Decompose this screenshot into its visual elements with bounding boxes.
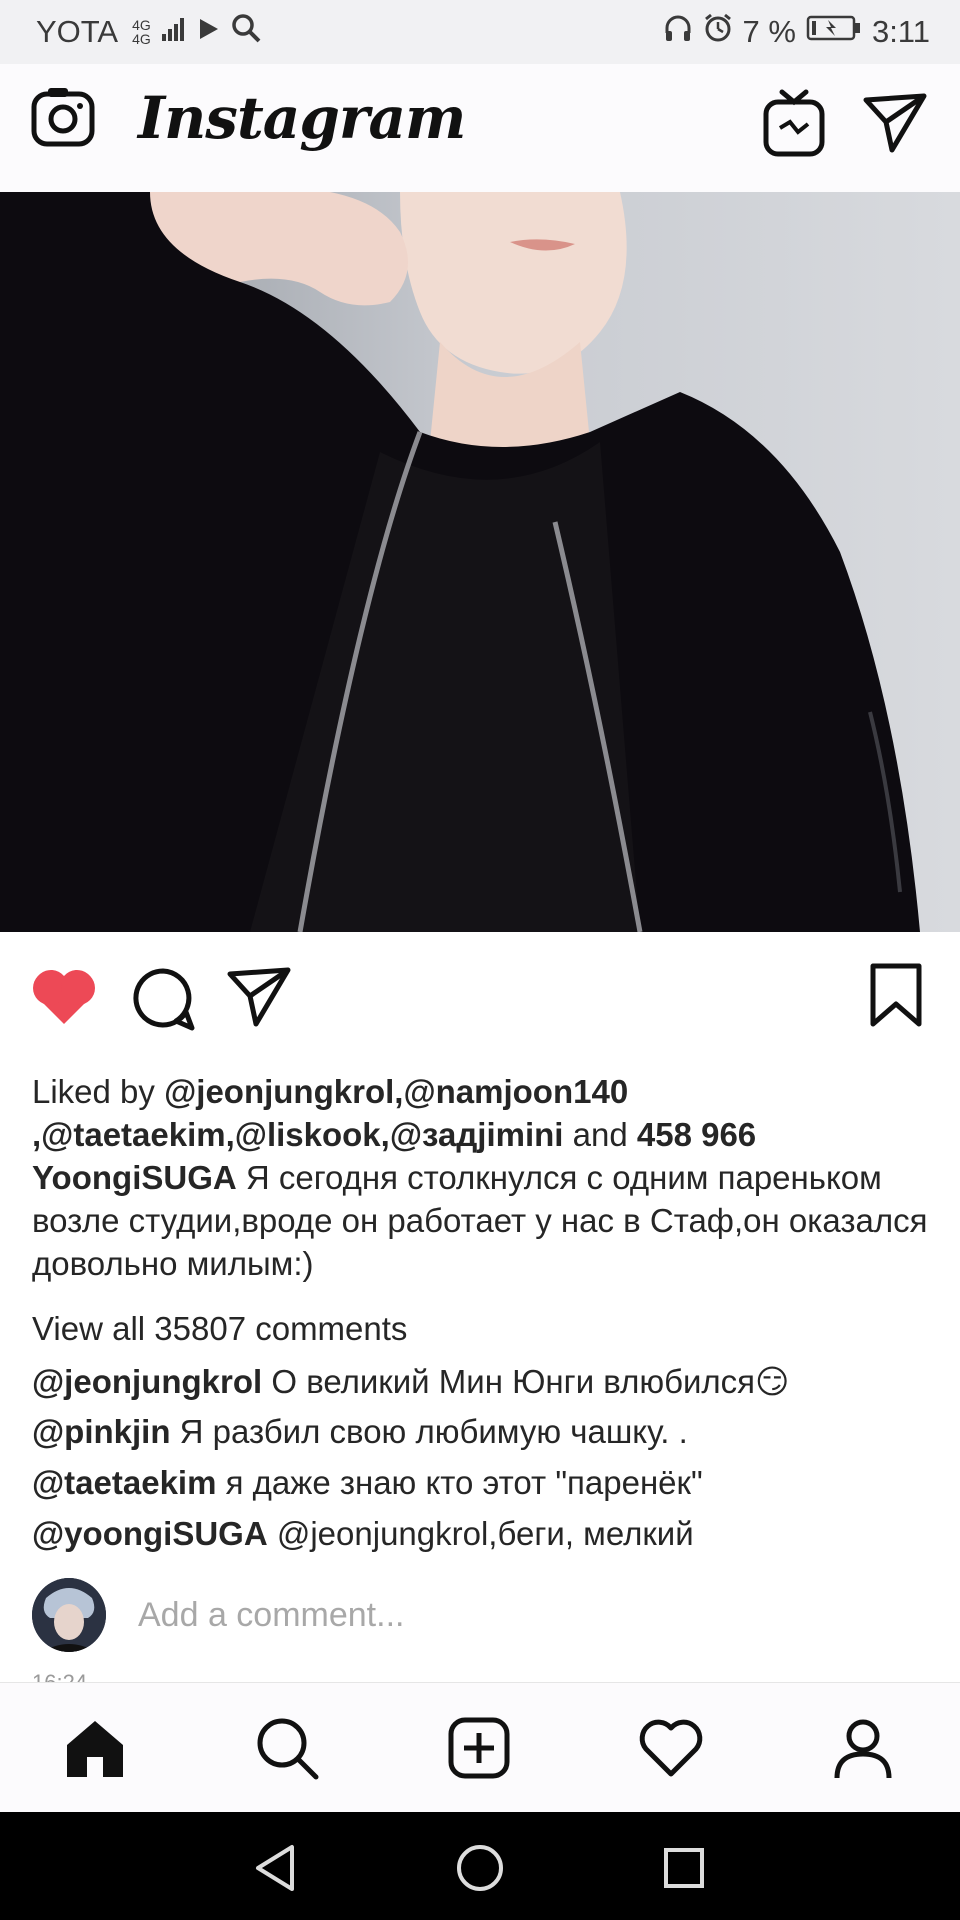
status-left: YOTA 4G 4G: [36, 13, 261, 51]
post-image[interactable]: [0, 192, 960, 932]
comment-text: Я разбил свою любимую чашку. .: [170, 1413, 688, 1450]
likes-line: Liked by @jeonjungkrol,@namjoon140 ,@tae…: [32, 1070, 932, 1156]
battery-icon: [806, 14, 862, 50]
bookmark-icon[interactable]: [868, 962, 924, 1035]
home-icon: [67, 1721, 123, 1777]
share-icon[interactable]: [226, 966, 292, 1033]
back-button[interactable]: [246, 1838, 306, 1898]
battery-percent: 7 %: [742, 14, 796, 49]
carrier-label: YOTA: [36, 14, 119, 49]
top-bar: Instagram: [0, 64, 960, 193]
liked-by-prefix: Liked by: [32, 1073, 165, 1110]
search-status-icon: [231, 13, 261, 51]
profile-icon: [834, 1719, 892, 1779]
tab-home[interactable]: [60, 1713, 130, 1783]
comment-icon[interactable]: [130, 966, 196, 1037]
comment-item: @taetaekim я даже знаю кто этот "паренёк…: [32, 1464, 932, 1502]
tab-search[interactable]: [252, 1713, 322, 1783]
add-comment-row[interactable]: Add a comment...: [32, 1578, 932, 1658]
comment-text: О великий Мин Юнги влюбился: [262, 1363, 756, 1400]
recents-button[interactable]: [654, 1838, 714, 1898]
post-image-drawing: [0, 192, 960, 932]
caption: YoongiSUGA Я сегодня столкнулся с одним …: [32, 1156, 932, 1285]
igtv-icon[interactable]: [762, 88, 828, 163]
add-post-icon: [448, 1717, 510, 1779]
tab-profile[interactable]: [828, 1713, 898, 1783]
signal-icon: [161, 14, 187, 50]
comment-username[interactable]: @jeonjungkrol: [32, 1363, 262, 1400]
heart-filled-icon[interactable]: [30, 966, 98, 1033]
clock-time: 3:11: [871, 14, 930, 49]
add-comment-input[interactable]: Add a comment...: [138, 1596, 404, 1635]
comment-item: @jeonjungkrol О великий Мин Юнги влюбилс…: [32, 1362, 932, 1401]
comment-item: @pinkjin Я разбил свою любимую чашку. .: [32, 1413, 932, 1451]
likes-count[interactable]: 458 966: [637, 1116, 756, 1153]
caption-username[interactable]: YoongiSUGA: [32, 1159, 237, 1196]
view-all-comments-link[interactable]: View all 35807 comments: [32, 1310, 932, 1348]
post-text: Liked by @jeonjungkrol,@namjoon140 ,@tae…: [32, 1070, 932, 1285]
post-actions: [0, 932, 960, 1062]
comment-text: я даже знаю кто этот "паренёк": [216, 1464, 703, 1501]
status-right: 7 % 3:11: [663, 13, 930, 51]
circle-home-icon: [457, 1845, 503, 1891]
search-icon: [257, 1718, 319, 1780]
home-nav-button[interactable]: [450, 1838, 510, 1898]
comment-item: @yoongiSUGA @jeonjungkrol,беги, мелкий: [32, 1515, 932, 1553]
status-bar: YOTA 4G 4G 7 % 3:11: [0, 0, 960, 64]
play-icon: [197, 14, 221, 50]
heart-outline-icon: [639, 1719, 703, 1777]
network-type-top: 4G: [132, 17, 151, 33]
square-recents-icon: [664, 1848, 704, 1888]
app-title: Instagram: [138, 84, 466, 152]
back-icon: [256, 1845, 294, 1891]
comment-username[interactable]: @taetaekim: [32, 1464, 216, 1501]
comment-username[interactable]: @pinkjin: [32, 1413, 171, 1450]
network-type: 4G 4G: [132, 18, 151, 46]
direct-message-icon[interactable]: [862, 92, 928, 159]
alarm-icon: [703, 13, 733, 51]
tab-activity[interactable]: [636, 1713, 706, 1783]
comment-text: @jeonjungkrol,беги, мелкий: [267, 1515, 694, 1552]
smirk-emoji: 😏: [755, 1363, 790, 1400]
avatar: [32, 1578, 106, 1652]
liked-by-and: and: [563, 1116, 637, 1153]
bottom-tab-bar: [0, 1682, 960, 1813]
camera-icon[interactable]: [30, 84, 96, 155]
headphones-icon: [663, 13, 693, 51]
comment-username[interactable]: @yoongiSUGA: [32, 1515, 268, 1552]
system-nav-bar: [0, 1812, 960, 1920]
network-type-bottom: 4G: [132, 31, 151, 47]
tab-add[interactable]: [444, 1713, 514, 1783]
